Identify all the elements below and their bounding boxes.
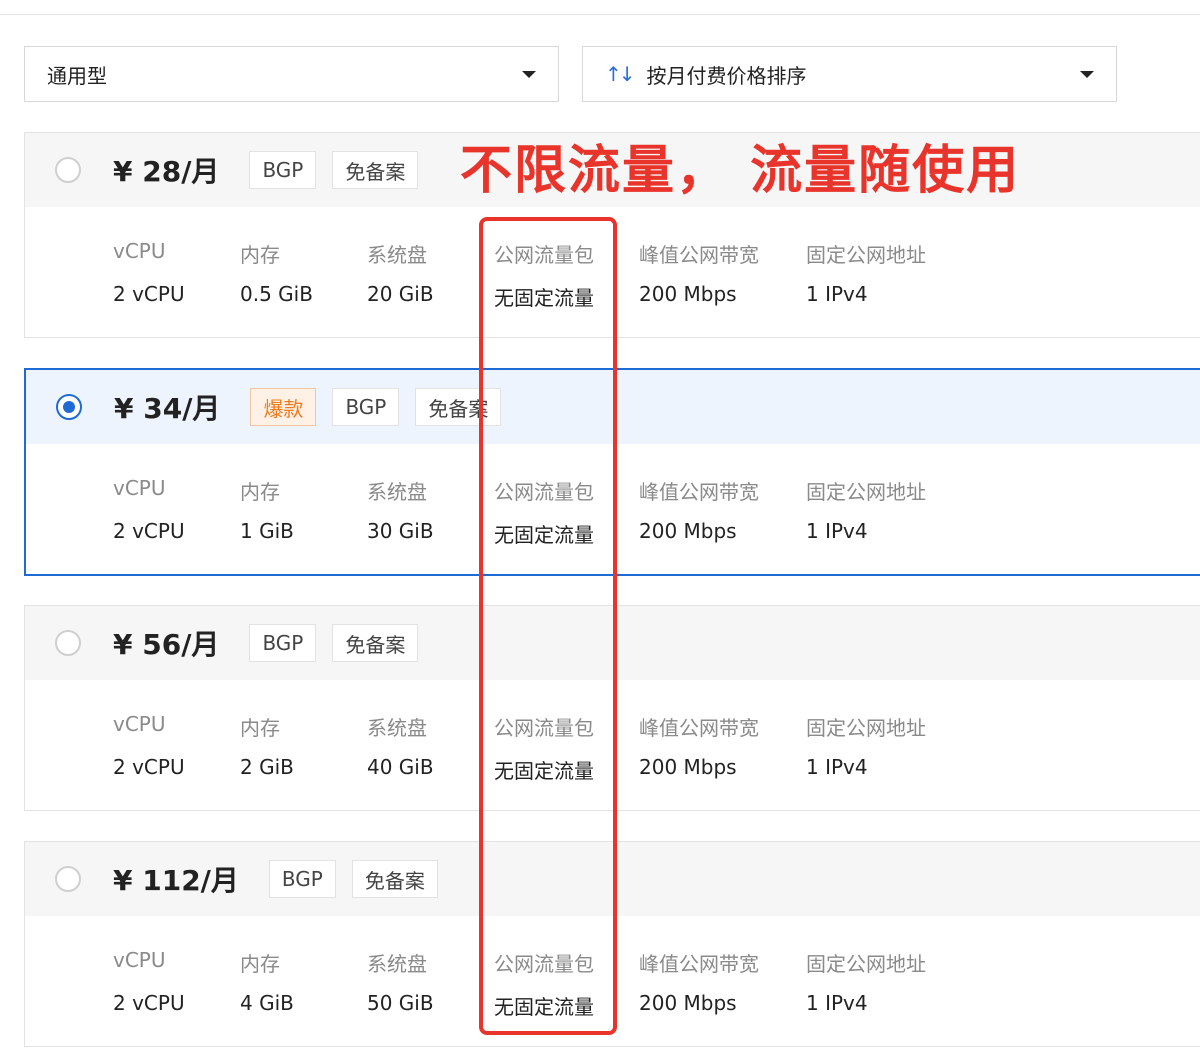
spec-disk: 系统盘 30 GiB (367, 480, 434, 543)
spec-ip: 固定公网地址 1 IPv4 (806, 716, 926, 779)
spec-ip: 固定公网地址 1 IPv4 (806, 480, 926, 543)
spec-ip: 固定公网地址 1 IPv4 (806, 952, 926, 1015)
spec-bandwidth: 峰值公网带宽 200 Mbps (639, 243, 759, 306)
sort-icon: ↑↓ (605, 62, 635, 86)
plan-header: ¥ 56/月 BGP 免备案 (25, 606, 1200, 680)
spec-disk: 系统盘 40 GiB (367, 716, 434, 779)
spec-memory: 内存 2 GiB (240, 716, 294, 779)
plan-price: ¥ 112/月 (113, 864, 239, 897)
plan-radio-selected[interactable] (56, 394, 82, 420)
spec-vcpu: vCPU 2 vCPU (113, 476, 185, 543)
plan-radio[interactable] (55, 157, 81, 183)
plan-header: ¥ 34/月 爆款 BGP 免备案 (26, 370, 1200, 444)
spec-traffic: 公网流量包 无固定流量 (494, 716, 594, 783)
plan-card-34[interactable]: ¥ 34/月 爆款 BGP 免备案 vCPU 2 vCPU 内存 1 GiB 系统盘… (24, 368, 1200, 576)
instance-type-value: 通用型 (47, 63, 107, 88)
sort-select[interactable]: ↑↓ 按月付费价格排序 (582, 46, 1117, 102)
spec-memory: 内存 4 GiB (240, 952, 294, 1015)
instance-type-select[interactable]: 通用型 (24, 46, 559, 102)
plan-price: ¥ 56/月 (113, 628, 220, 661)
plan-price: ¥ 28/月 (113, 155, 220, 188)
chevron-down-icon (522, 70, 536, 78)
plan-price: ¥ 34/月 (114, 392, 221, 425)
spec-disk: 系统盘 20 GiB (367, 243, 434, 306)
plan-card-112[interactable]: ¥ 112/月 BGP 免备案 vCPU 2 vCPU 内存 4 GiB 系统盘 50… (24, 841, 1200, 1047)
spec-traffic: 公网流量包 无固定流量 (494, 243, 594, 310)
spec-traffic: 公网流量包 无固定流量 (494, 952, 594, 1019)
tag-no-filing: 免备案 (332, 151, 419, 189)
spec-bandwidth: 峰值公网带宽 200 Mbps (639, 952, 759, 1015)
spec-vcpu: vCPU 2 vCPU (113, 948, 185, 1015)
tag-no-filing: 免备案 (415, 388, 502, 426)
tag-hot: 爆款 (250, 388, 317, 426)
tag-no-filing: 免备案 (332, 624, 419, 662)
plan-specs: vCPU 2 vCPU 内存 0.5 GiB 系统盘 20 GiB 公网流量包 无固定流… (25, 207, 1200, 337)
spec-memory: 内存 1 GiB (240, 480, 294, 543)
plan-radio[interactable] (55, 866, 81, 892)
top-divider (0, 14, 1200, 15)
spec-traffic: 公网流量包 无固定流量 (494, 480, 594, 547)
plan-specs: vCPU 2 vCPU 内存 4 GiB 系统盘 50 GiB 公网流量包 无固定流量 … (25, 916, 1200, 1046)
plan-radio[interactable] (55, 630, 81, 656)
plan-header: ¥ 112/月 BGP 免备案 (25, 842, 1200, 916)
spec-bandwidth: 峰值公网带宽 200 Mbps (639, 480, 759, 543)
spec-ip: 固定公网地址 1 IPv4 (806, 243, 926, 306)
spec-vcpu: vCPU 2 vCPU (113, 239, 185, 306)
sort-value: 按月付费价格排序 (646, 63, 807, 88)
plan-specs: vCPU 2 vCPU 内存 1 GiB 系统盘 30 GiB 公网流量包 无固定流量 … (26, 444, 1200, 574)
annotation-text: 不限流量， 流量随使用 (460, 141, 1021, 201)
plan-specs: vCPU 2 vCPU 内存 2 GiB 系统盘 40 GiB 公网流量包 无固定流量 … (25, 680, 1200, 810)
spec-vcpu: vCPU 2 vCPU (113, 712, 185, 779)
tag-bgp: BGP (249, 151, 317, 189)
tag-bgp: BGP (249, 624, 317, 662)
tag-bgp: BGP (332, 388, 400, 426)
spec-bandwidth: 峰值公网带宽 200 Mbps (639, 716, 759, 779)
spec-disk: 系统盘 50 GiB (367, 952, 434, 1015)
chevron-down-icon (1080, 70, 1094, 78)
tag-bgp: BGP (268, 860, 336, 898)
spec-memory: 内存 0.5 GiB (240, 243, 313, 306)
tag-no-filing: 免备案 (351, 860, 438, 898)
plan-card-56[interactable]: ¥ 56/月 BGP 免备案 vCPU 2 vCPU 内存 2 GiB 系统盘 40 … (24, 605, 1200, 811)
